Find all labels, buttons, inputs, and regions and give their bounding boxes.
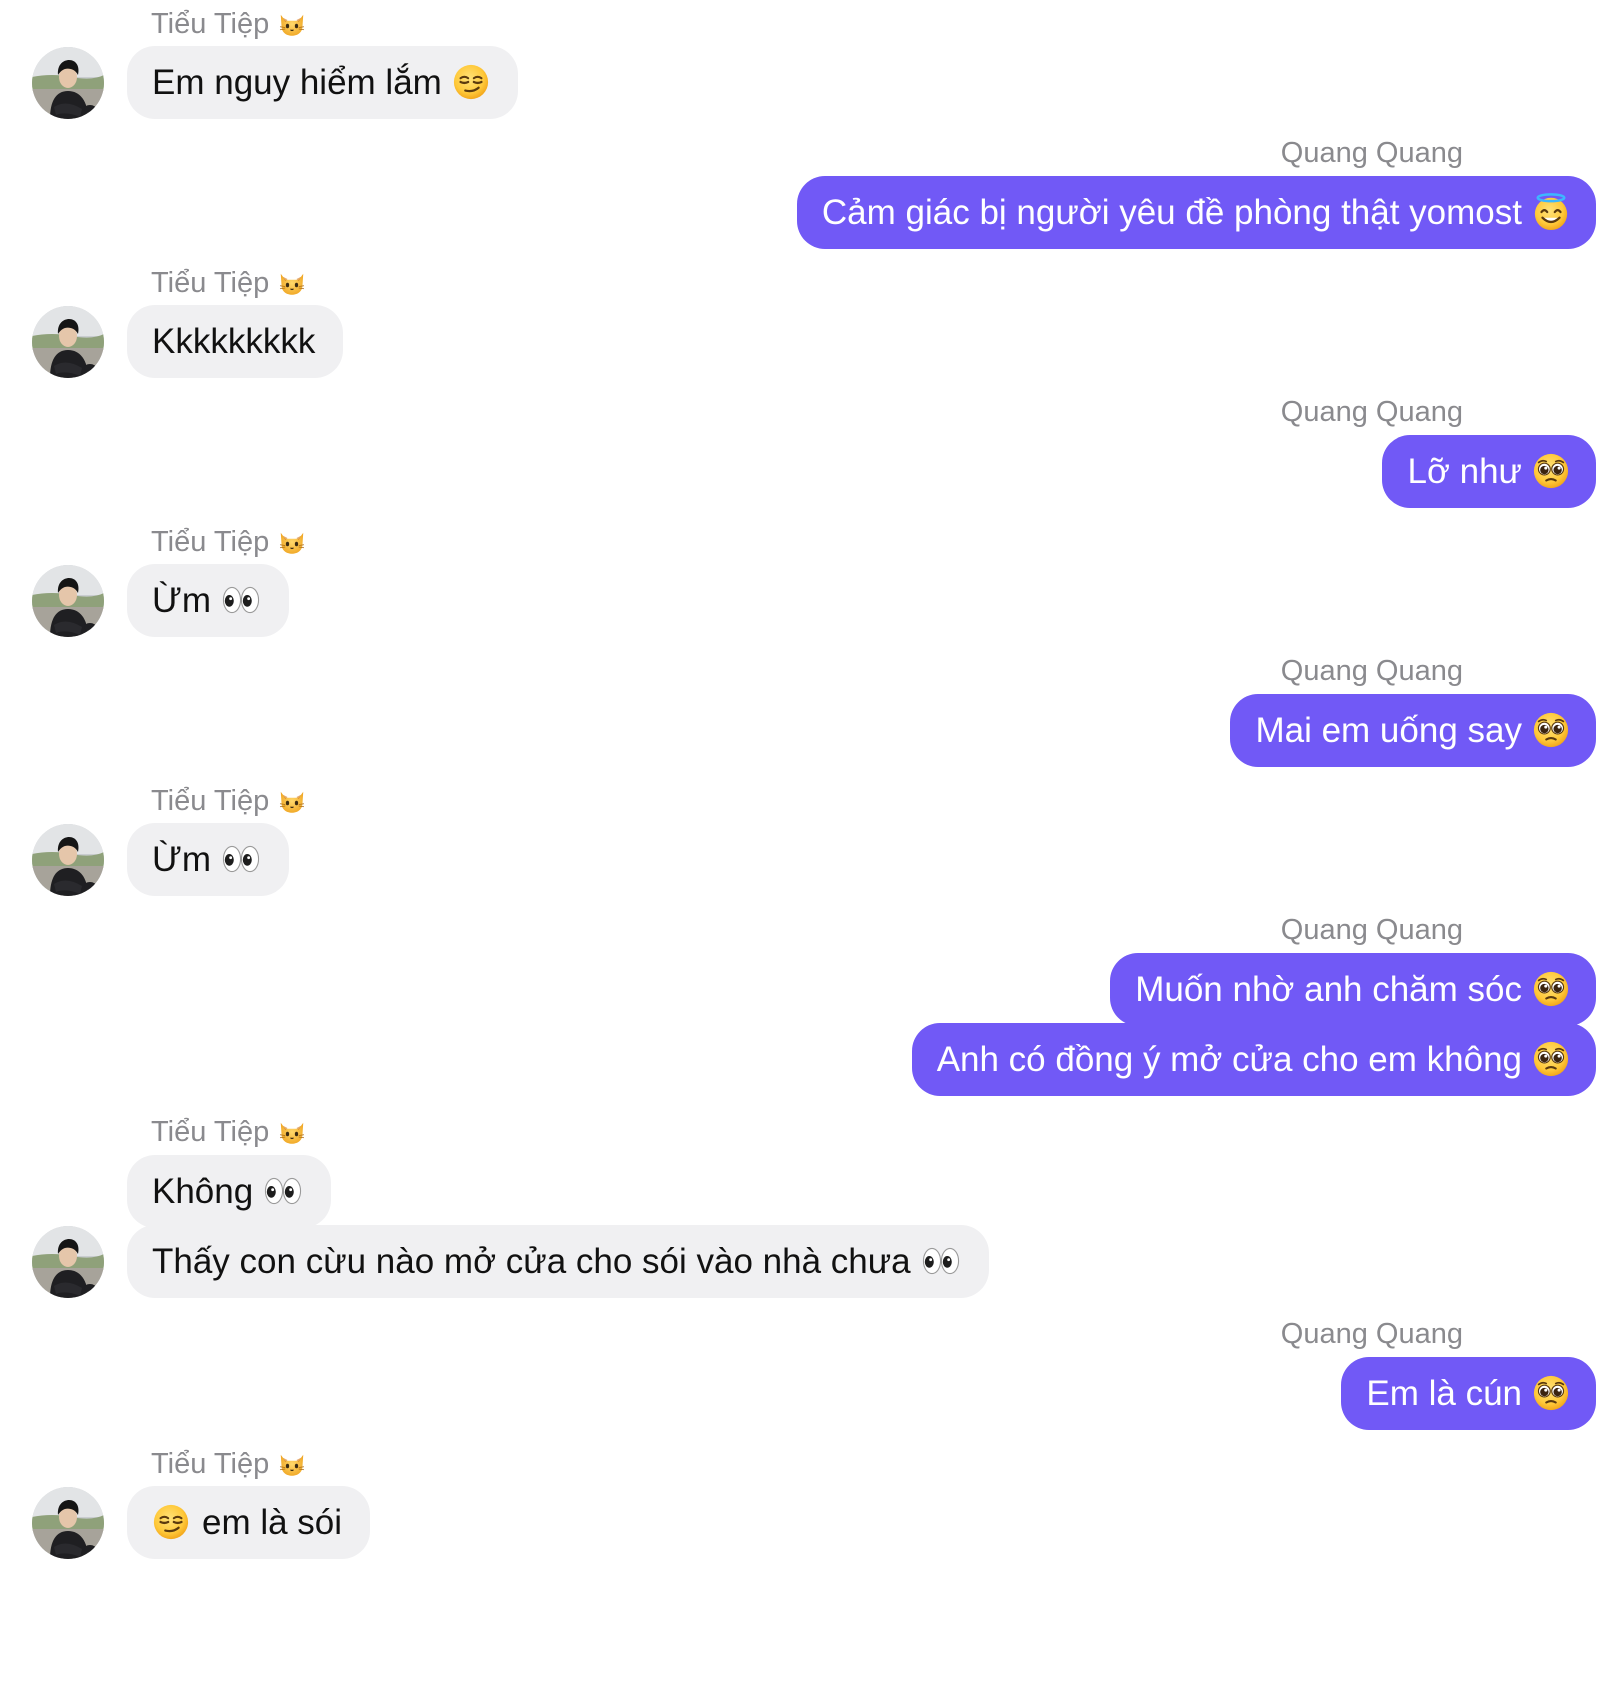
avatar[interactable] <box>32 1226 104 1298</box>
cat-face-icon <box>277 526 307 556</box>
pleading-face-icon <box>1532 1374 1570 1412</box>
sender-name-tieu-tiep: Tiểu Tiệp <box>151 524 307 560</box>
sender-name-tieu-tiep: Tiểu Tiệp <box>151 1446 307 1482</box>
cat-face-icon <box>277 267 307 297</box>
message-bubble-incoming[interactable]: Ừm <box>127 823 290 896</box>
cat-face-icon <box>277 8 307 38</box>
halo-face-icon <box>1532 192 1570 232</box>
cat-face-icon <box>277 785 307 815</box>
smirk-face-icon <box>452 63 490 101</box>
message-bubble-incoming[interactable]: Kkkkkkkkk <box>127 305 344 378</box>
sender-name-quang-quang: Quang Quang <box>1280 137 1463 169</box>
sender-name-quang-quang: Quang Quang <box>1280 396 1463 428</box>
avatar[interactable] <box>32 565 104 637</box>
eyes-icon <box>263 1173 303 1209</box>
sender-name-quang-quang: Quang Quang <box>1280 1318 1463 1350</box>
eyes-icon <box>221 582 261 618</box>
sender-name-quang-quang: Quang Quang <box>1280 655 1463 687</box>
sender-name-quang-quang: Quang Quang <box>1280 914 1463 946</box>
message-bubble-incoming[interactable]: Ừm <box>127 564 290 637</box>
pleading-face-icon <box>1532 452 1570 490</box>
cat-face-icon <box>277 1116 307 1146</box>
avatar[interactable] <box>32 1487 104 1559</box>
chat-thread: Tiểu Tiệp Em nguy hiểm lắm Quang Quang C… <box>0 0 1611 1694</box>
pleading-face-icon <box>1532 711 1570 749</box>
pleading-face-icon <box>1532 1040 1570 1078</box>
sender-name-tieu-tiep: Tiểu Tiệp <box>151 265 307 301</box>
sender-name-tieu-tiep: Tiểu Tiệp <box>151 783 307 819</box>
message-bubble-incoming[interactable]: Thấy con cừu nào mở cửa cho sói vào nhà … <box>127 1225 989 1298</box>
message-bubble-incoming[interactable]: Em nguy hiểm lắm <box>127 46 518 119</box>
sender-name-tieu-tiep: Tiểu Tiệp <box>151 6 307 42</box>
message-bubble-outgoing[interactable]: Muốn nhờ anh chăm sóc <box>1110 953 1596 1026</box>
avatar[interactable] <box>32 824 104 896</box>
sender-name-tieu-tiep: Tiểu Tiệp <box>151 1114 307 1150</box>
smirk-face-icon <box>152 1503 190 1541</box>
message-bubble-outgoing[interactable]: Anh có đồng ý mở cửa cho em không <box>911 1023 1596 1096</box>
message-bubble-outgoing[interactable]: Em là cún <box>1341 1357 1596 1430</box>
message-bubble-incoming[interactable]: em là sói <box>127 1486 371 1559</box>
eyes-icon <box>221 841 261 877</box>
eyes-icon <box>921 1243 961 1279</box>
message-bubble-incoming[interactable]: Không <box>127 1155 332 1228</box>
cat-face-icon <box>277 1448 307 1478</box>
message-bubble-outgoing[interactable]: Cảm giác bị người yêu đề phòng thật yomo… <box>796 176 1596 249</box>
avatar[interactable] <box>32 47 104 119</box>
message-bubble-outgoing[interactable]: Lỡ như <box>1382 435 1596 508</box>
message-bubble-outgoing[interactable]: Mai em uống say <box>1230 694 1596 767</box>
avatar[interactable] <box>32 306 104 378</box>
pleading-face-icon <box>1532 970 1570 1008</box>
